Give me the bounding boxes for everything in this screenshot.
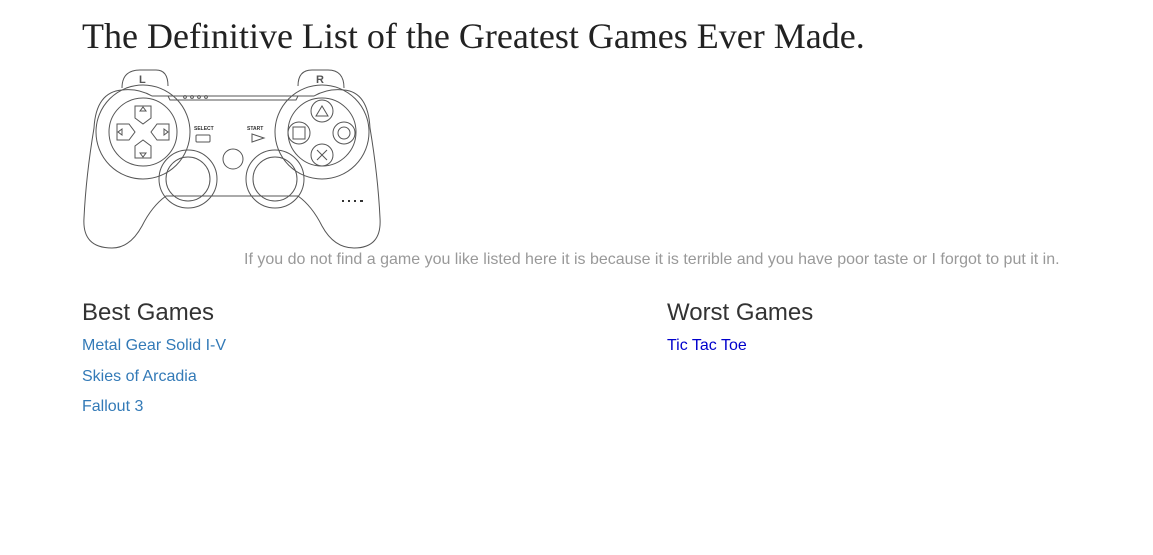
best-games-list: Metal Gear Solid I-V Skies of Arcadia Fa… xyxy=(82,336,502,417)
start-label: START xyxy=(247,126,263,132)
worst-games-heading: Worst Games xyxy=(667,299,814,326)
list-item: Metal Gear Solid I-V xyxy=(82,336,502,356)
tagline: If you do not find a game you like liste… xyxy=(244,251,1060,268)
shoulder-r-label: R xyxy=(316,74,324,86)
best-game-link-2[interactable]: Skies of Arcadia xyxy=(82,368,197,385)
list-item: Fallout 3 xyxy=(82,397,502,417)
page-title: The Definitive List of the Greatest Game… xyxy=(82,16,865,56)
worst-games-list: Tic Tac Toe xyxy=(667,336,1087,356)
best-games-section: Best Games Metal Gear Solid I-V Skies of… xyxy=(82,298,502,428)
page: The Definitive List of the Greatest Game… xyxy=(0,0,1153,555)
best-game-link-1[interactable]: Metal Gear Solid I-V xyxy=(82,337,226,354)
list-item: Tic Tac Toe xyxy=(667,336,1087,356)
list-item: Skies of Arcadia xyxy=(82,367,502,387)
game-controller-icon: L R SELECT START xyxy=(83,69,381,249)
worst-game-link-1[interactable]: Tic Tac Toe xyxy=(667,337,747,354)
select-label: SELECT xyxy=(194,126,214,132)
best-games-heading: Best Games xyxy=(82,299,215,326)
shoulder-l-label: L xyxy=(139,74,146,86)
best-game-link-3[interactable]: Fallout 3 xyxy=(82,398,143,415)
worst-games-section: Worst Games Tic Tac Toe xyxy=(667,298,1087,367)
